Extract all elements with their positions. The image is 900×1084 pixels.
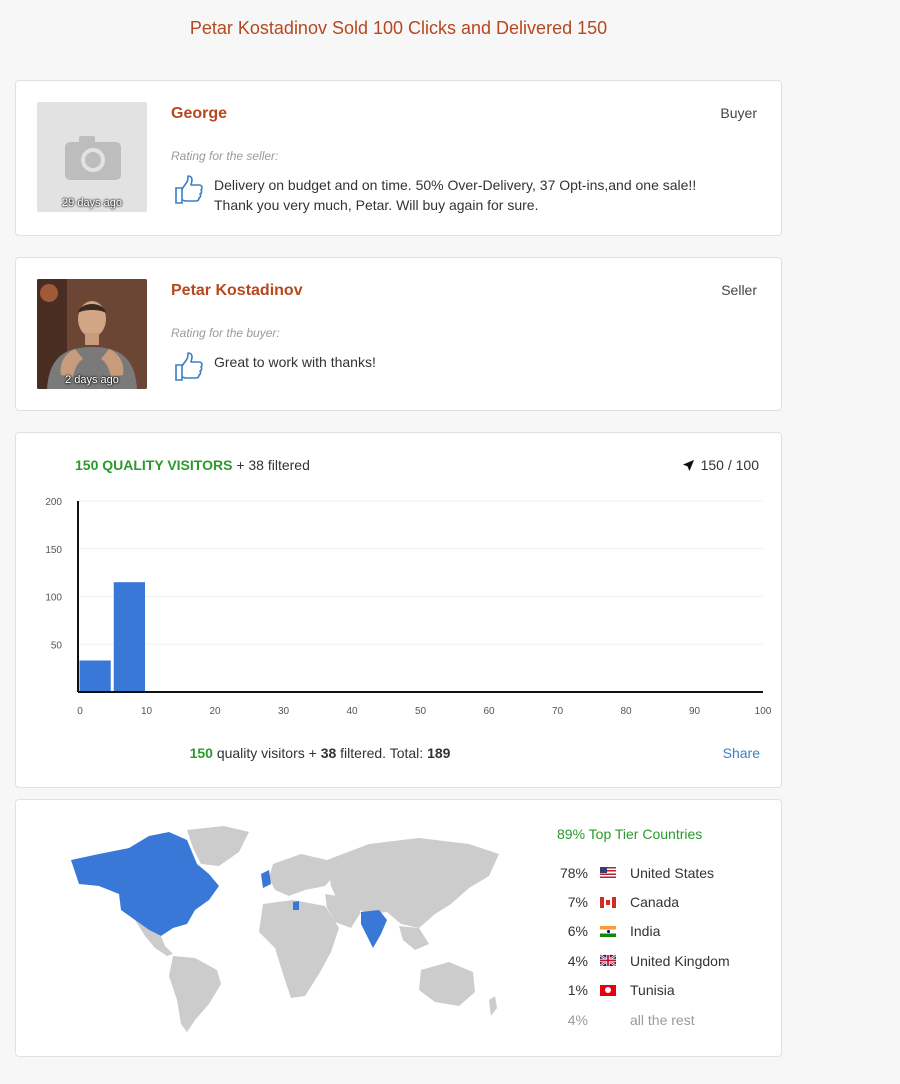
user-photo: [37, 279, 147, 389]
top-tier-summary: 89% Top Tier Countries: [557, 826, 703, 842]
map-africa: [259, 900, 339, 998]
map-new-zealand: [489, 996, 497, 1016]
y-tick-label: 150: [45, 545, 62, 556]
review-age: 29 days ago: [62, 197, 122, 209]
delivery-progress: 150 / 100: [682, 457, 759, 473]
y-tick-label: 100: [45, 593, 62, 604]
map-south-america: [169, 956, 221, 1032]
y-tick-label: 50: [51, 640, 63, 651]
reviewer-name[interactable]: George: [171, 105, 227, 123]
y-tick-label: 200: [45, 497, 62, 508]
map-se-asia: [399, 926, 429, 950]
tn-flag-icon: [600, 984, 616, 996]
map-india: [361, 910, 387, 948]
reviewer-role: Buyer: [720, 105, 757, 121]
review-text: Delivery on budget and on time. 50% Over…: [214, 177, 697, 213]
quality-visitors-label: 150 QUALITY VISITORS: [75, 457, 233, 473]
chart-footer-summary: 150 quality visitors + 38 filtered. Tota…: [189, 745, 451, 761]
x-tick-label: 40: [346, 706, 358, 717]
x-tick-label: 100: [755, 706, 772, 717]
avatar[interactable]: 2 days ago: [37, 279, 147, 389]
filtered-label: + 38 filtered: [236, 457, 310, 473]
country-row-united-states: 78% United States: [559, 864, 715, 881]
country-row-united-kingdom: 4% United Kingdom: [567, 952, 730, 969]
thumbs-up-icon: [175, 175, 203, 204]
country-row-india: 6% India: [567, 923, 661, 940]
x-tick-label: 10: [141, 706, 153, 717]
review-text: Great to work with thanks!: [214, 354, 376, 370]
country-row-canada: 7% Canada: [567, 894, 680, 911]
x-tick-label: 60: [483, 706, 495, 717]
map-uk: [261, 870, 271, 888]
country-row-tunisia: 1% Tunisia: [567, 982, 675, 999]
thumbs-up-icon: [175, 352, 203, 381]
camera-icon: [65, 136, 121, 180]
page-title: Petar Kostadinov Sold 100 Clicks and Del…: [189, 18, 608, 38]
visitors-histogram: 50 100 150 200 0 10 20 30 40 50 60 70 80 90 100: [45, 497, 772, 717]
progress-value: 150 / 100: [700, 457, 759, 473]
histogram-bar: [113, 582, 145, 692]
map-greenland: [187, 826, 249, 866]
review-age: 2 days ago: [65, 374, 119, 386]
location-arrow-icon: [682, 459, 694, 471]
x-tick-label: 30: [278, 706, 290, 717]
world-map: [71, 826, 499, 1032]
in-flag-icon: [600, 925, 616, 937]
share-link[interactable]: Share: [723, 745, 760, 761]
avatar[interactable]: 29 days ago: [37, 102, 147, 212]
x-tick-label: 80: [620, 706, 632, 717]
review-card-seller: 2 days ago Petar Kostadinov Seller Ratin…: [15, 257, 782, 411]
histogram-bar: [79, 660, 111, 692]
rating-label: Rating for the seller:: [171, 149, 279, 163]
reviewer-name[interactable]: Petar Kostadinov: [171, 282, 303, 300]
map-europe: [269, 854, 337, 896]
country-row-rest: 4% all the rest: [567, 1011, 695, 1028]
visitors-chart-card: 150 QUALITY VISITORS + 38 filtered 150 /…: [15, 432, 782, 788]
x-tick-label: 50: [415, 706, 427, 717]
gb-flag-icon: [600, 955, 616, 967]
country-list: 78% United States 7% Canada 6% India 4%: [552, 858, 772, 1034]
map-australia: [419, 962, 475, 1006]
x-tick-label: 0: [77, 706, 83, 717]
x-tick-label: 90: [689, 706, 701, 717]
us-flag-icon: [600, 867, 616, 879]
countries-card: 89% Top Tier Countries 78% United States…: [15, 799, 782, 1057]
visitors-summary: 150 QUALITY VISITORS + 38 filtered: [75, 457, 310, 473]
map-tunisia: [293, 901, 299, 910]
rating-label: Rating for the buyer:: [171, 326, 280, 340]
x-tick-label: 20: [209, 706, 221, 717]
ca-flag-icon: [600, 896, 616, 908]
review-card-buyer: 29 days ago George Buyer Rating for the …: [15, 80, 782, 236]
x-tick-label: 70: [552, 706, 564, 717]
reviewer-role: Seller: [721, 282, 757, 298]
